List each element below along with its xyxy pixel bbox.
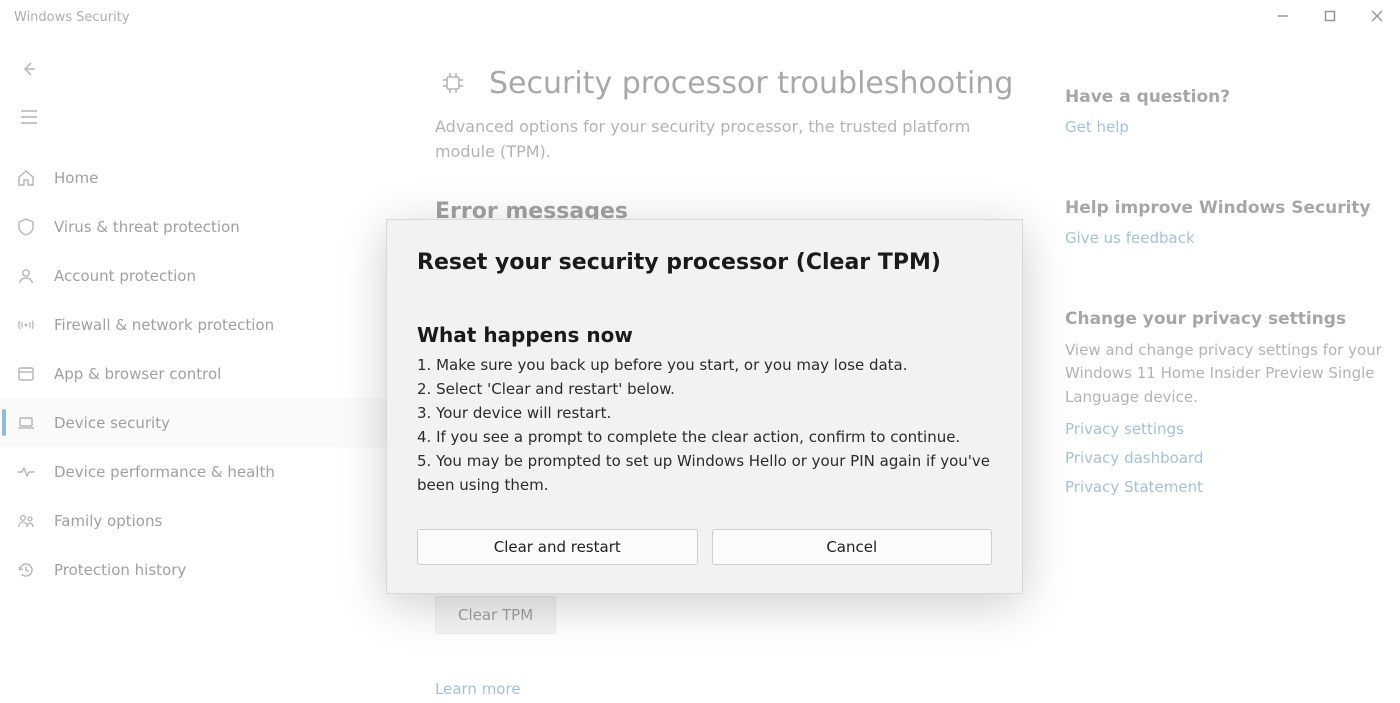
cancel-button[interactable]: Cancel xyxy=(712,529,993,565)
dialog-section-heading: What happens now xyxy=(417,323,992,347)
clear-and-restart-button[interactable]: Clear and restart xyxy=(417,529,698,565)
dialog-body: 1. Make sure you back up before you star… xyxy=(417,353,992,497)
clear-tpm-dialog: Reset your security processor (Clear TPM… xyxy=(386,219,1023,594)
dialog-title: Reset your security processor (Clear TPM… xyxy=(417,250,992,275)
